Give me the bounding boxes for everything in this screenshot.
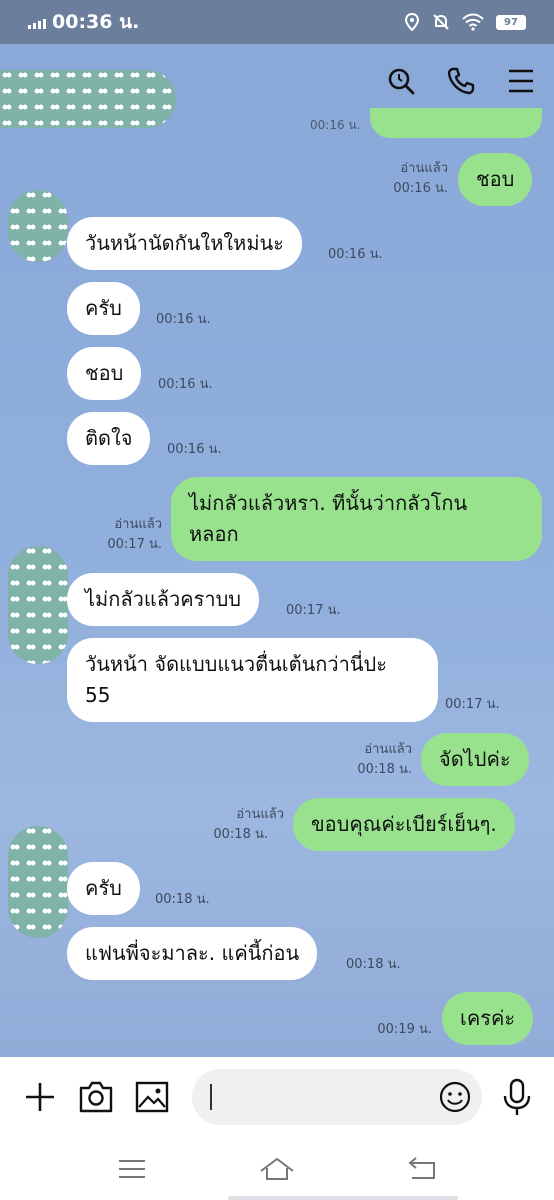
status-bar: 00:36 น. 97 [0,0,554,44]
location-icon [404,13,420,31]
incoming-message[interactable]: ครับ [67,862,140,915]
wifi-icon [462,13,484,31]
message-time: 00:18 น. [346,957,401,972]
camera-icon[interactable] [76,1077,116,1117]
back-icon[interactable] [402,1154,442,1184]
system-nav-bar [0,1137,554,1200]
outgoing-message[interactable]: เครค่ะ [442,992,534,1045]
battery-icon: 97 [496,14,526,30]
phone-icon[interactable] [446,66,476,96]
outgoing-message[interactable]: ขอบคุณค่ะเบียร์เย็นๆ. [293,798,515,851]
read-receipt: อ่านแล้ว [400,161,448,176]
contact-avatar[interactable] [8,190,68,262]
incoming-message[interactable]: วันหน้านัดกันใหใหม่นะ [67,217,302,270]
message-time: 00:19 น. [377,1022,432,1037]
menu-icon[interactable] [506,66,536,96]
read-receipt: อ่านแล้ว [364,742,412,757]
emoji-icon[interactable] [438,1080,472,1114]
message-line: หลอก [189,522,239,546]
message-time: 00:16 น. [167,442,222,457]
message-line: วันหน้า จัดแบบแนวตื่นเต้นกว่านี่ปะ [85,652,387,676]
read-receipt: อ่านแล้ว [114,517,162,532]
message-input-bar [0,1057,554,1137]
chat-header-actions [386,66,536,96]
plus-icon[interactable] [20,1077,60,1117]
message-time: 00:17 น. [286,603,341,618]
message-input[interactable] [192,1069,482,1125]
battery-level: 97 [504,16,518,28]
incoming-message[interactable]: ไม่กลัวแล้วคราบบ [67,573,259,626]
contact-name-redacted[interactable] [0,70,176,128]
text-caret [210,1084,212,1110]
contact-avatar[interactable] [8,546,68,664]
signal-icon [28,15,46,29]
search-icon[interactable] [386,66,416,96]
mic-icon[interactable] [500,1077,534,1117]
image-icon[interactable] [132,1077,172,1117]
message-time: 00:16 น. [158,377,213,392]
message-time: 00:16 น. [393,181,448,196]
message-time: 00:16 น. [156,312,211,327]
message-time: 00:16 น. [310,118,361,132]
incoming-message[interactable]: แฟนพี่จะมาละ. แค่นี้ก่อน [67,927,318,980]
message-time: 00:17 น. [445,697,500,712]
message-time: 00:16 น. [328,247,383,262]
home-indicator [228,1196,458,1200]
incoming-message[interactable]: ติดใจ [67,412,151,465]
outgoing-message[interactable]: ไม่กลัวแล้วหรา. ทีนั้นว่ากลัวโกน หลอก [171,477,542,561]
home-icon[interactable] [257,1154,297,1184]
message-time: 00:18 น. [155,892,210,907]
mute-bell-icon [433,14,449,30]
recent-apps-icon[interactable] [112,1154,152,1184]
read-receipt: อ่านแล้ว [236,807,284,822]
outgoing-message[interactable]: ชอบ [458,153,533,206]
message-time: 00:17 น. [107,537,162,552]
incoming-message[interactable]: วันหน้า จัดแบบแนวตื่นเต้นกว่านี่ปะ 55 [67,638,438,722]
chat-area[interactable]: 00:16 น. อ่านแล้ว 00:16 น. ชอบ วันหน้านั… [0,44,554,1057]
incoming-message[interactable]: ชอบ [67,347,142,400]
message-time: 00:18 น. [213,827,268,842]
status-time: 00:36 น. [52,11,140,33]
outgoing-message[interactable]: จัดไปค่ะ [421,733,529,786]
message-line: 55 [85,683,111,707]
message-time: 00:18 น. [357,762,412,777]
previous-message-bubble [370,108,542,138]
message-line: ไม่กลัวแล้วหรา. ทีนั้นว่ากลัวโกน [189,491,468,515]
incoming-message[interactable]: ครับ [67,282,140,335]
contact-avatar[interactable] [8,826,68,938]
